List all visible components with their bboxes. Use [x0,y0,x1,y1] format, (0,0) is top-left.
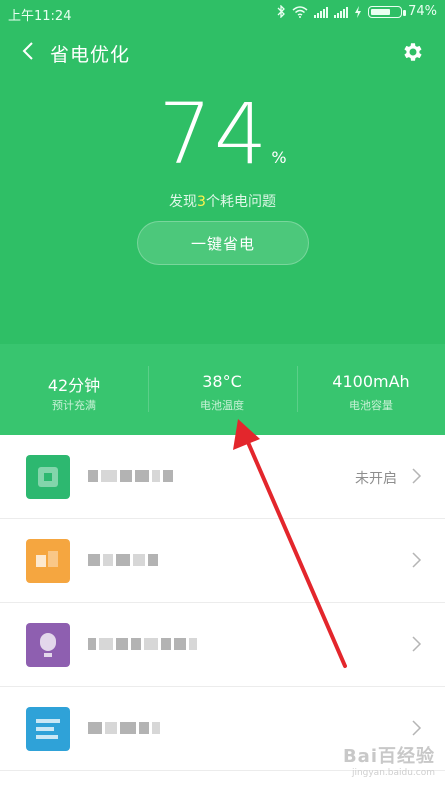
issues-summary: 发现3个耗电问题 [0,191,445,211]
charging-icon [355,5,362,18]
blue-app-icon [26,707,70,751]
status-bar: 上午11:24 74% [0,0,445,26]
battery-stats: 42分钟 预计充满 38°C 电池温度 4100mAh 电池容量 [0,344,445,435]
stat-label: 电池容量 [349,399,393,412]
watermark: Bai百经验 jingyan.baidu.com [343,742,435,778]
orange-app-icon [26,539,70,583]
stat-charge-time: 42分钟 预计充满 [0,344,148,435]
percent-value: 74 [158,85,270,183]
chevron-right-icon [412,720,422,736]
stat-label: 电池温度 [200,399,244,412]
battery-percentage: 74% [0,92,445,176]
chevron-right-icon [412,552,422,568]
stat-value: 4100mAh [332,372,410,391]
battery-percent: 74% [408,4,437,19]
stat-value: 42分钟 [47,376,101,395]
list-item[interactable] [0,519,445,603]
percent-unit: % [271,148,287,167]
page-title: 省电优化 [50,44,131,66]
app-status: 未开启 [355,471,397,487]
signal-icon [314,6,329,18]
watermark-main: Bai百经验 [342,746,435,767]
app-name-redacted [88,551,158,569]
chevron-right-icon [412,468,422,484]
status-time: 上午11:24 [8,9,72,24]
issues-prefix: 发现 [169,194,198,210]
list-item[interactable] [0,603,445,687]
list-item[interactable]: 未开启 [0,435,445,519]
app-name-redacted [88,467,173,485]
issues-suffix: 个耗电问题 [205,194,276,210]
watermark-sub: jingyan.baidu.com [351,768,435,778]
wifi-icon [292,5,308,18]
green-app-icon [26,455,70,499]
status-icons: 74% [277,4,437,19]
app-name-redacted [88,719,160,737]
stat-capacity: 4100mAh 电池容量 [297,344,445,435]
issues-count: 3 [197,194,206,210]
chevron-right-icon [412,636,422,652]
app-header: 省电优化 [0,32,445,72]
signal-icon [334,6,349,18]
back-icon[interactable] [18,40,40,62]
stat-value: 38°C [202,372,242,391]
stat-label: 预计充满 [52,399,96,412]
gear-icon[interactable] [401,40,425,64]
purple-app-icon [26,623,70,667]
one-key-optimize-button[interactable]: 一键省电 [137,221,309,265]
bluetooth-icon [277,5,286,18]
battery-icon [368,5,407,18]
stat-temperature: 38°C 电池温度 [148,344,296,435]
app-name-redacted [88,635,197,653]
